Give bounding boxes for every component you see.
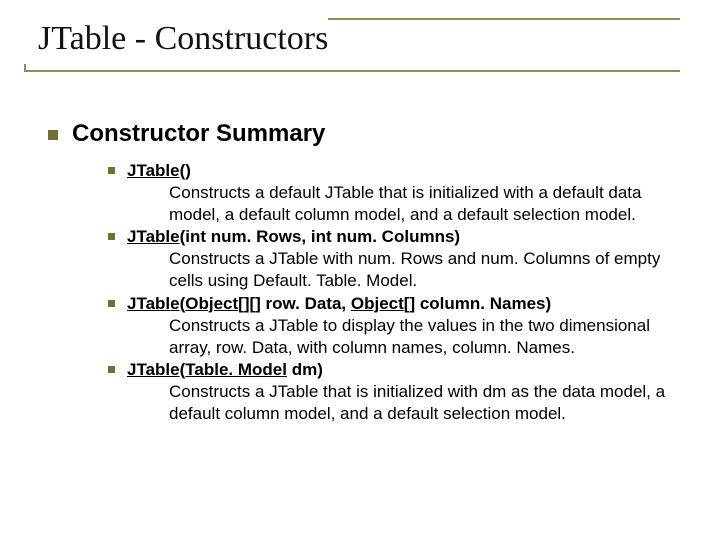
constructor-name-link[interactable]: JTable bbox=[127, 294, 180, 313]
constructor-signature: JTable(Table. Model dm) bbox=[127, 360, 323, 379]
constructor-list: JTable() Constructs a default JTable tha… bbox=[108, 160, 676, 425]
type-link-tablemodel[interactable]: Table. Model bbox=[185, 360, 287, 379]
constructor-signature: JTable(Object[][] row. Data, Object[] co… bbox=[127, 294, 551, 313]
slide: JTable - Constructors Constructor Summar… bbox=[0, 0, 720, 540]
page-title: JTable - Constructors bbox=[24, 14, 328, 64]
constructor-name-link[interactable]: JTable bbox=[127, 161, 180, 180]
constructor-entry: JTable(Table. Model dm) Constructs a JTa… bbox=[127, 359, 676, 425]
bullet-icon bbox=[108, 167, 115, 174]
constructor-entry: JTable(Object[][] row. Data, Object[] co… bbox=[127, 293, 676, 359]
constructor-description: Constructs a default JTable that is init… bbox=[169, 182, 676, 226]
constructor-params: (Object[][] row. Data, Object[] column. … bbox=[180, 294, 552, 313]
constructor-name-link[interactable]: JTable bbox=[127, 360, 180, 379]
bullet-icon bbox=[108, 366, 115, 373]
bullet-icon bbox=[108, 300, 115, 307]
constructor-params: () bbox=[180, 161, 191, 180]
title-rule bbox=[24, 70, 680, 72]
list-item: JTable(int num. Rows, int num. Columns) … bbox=[108, 226, 676, 292]
bullet-icon bbox=[48, 130, 58, 140]
constructor-description: Constructs a JTable to display the value… bbox=[169, 315, 676, 359]
section-heading: Constructor Summary bbox=[72, 120, 325, 148]
type-link-object[interactable]: Object bbox=[185, 294, 238, 313]
list-item: JTable() Constructs a default JTable tha… bbox=[108, 160, 676, 226]
constructor-description: Constructs a JTable that is initialized … bbox=[169, 381, 676, 425]
constructor-signature: JTable() bbox=[127, 161, 191, 180]
list-item: JTable(Table. Model dm) Constructs a JTa… bbox=[108, 359, 676, 425]
constructor-name-link[interactable]: JTable bbox=[127, 227, 180, 246]
constructor-signature: JTable(int num. Rows, int num. Columns) bbox=[127, 227, 460, 246]
constructor-entry: JTable() Constructs a default JTable tha… bbox=[127, 160, 676, 226]
constructor-description: Constructs a JTable with num. Rows and n… bbox=[169, 248, 676, 292]
type-link-object[interactable]: Object bbox=[351, 294, 404, 313]
list-item: JTable(Object[][] row. Data, Object[] co… bbox=[108, 293, 676, 359]
section-heading-row: Constructor Summary bbox=[48, 120, 676, 148]
constructor-entry: JTable(int num. Rows, int num. Columns) … bbox=[127, 226, 676, 292]
bullet-icon bbox=[108, 233, 115, 240]
slide-body: Constructor Summary JTable() Constructs … bbox=[48, 120, 676, 425]
constructor-params: (int num. Rows, int num. Columns) bbox=[180, 227, 460, 246]
title-block: JTable - Constructors bbox=[24, 14, 680, 64]
constructor-params: (Table. Model dm) bbox=[180, 360, 323, 379]
